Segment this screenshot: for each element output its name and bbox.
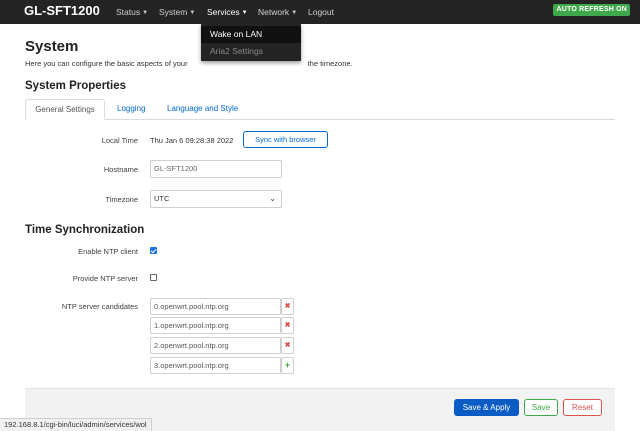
local-time-value: Thu Jan 6 09:28:38 2022 (150, 136, 234, 145)
caret-down-icon: ▼ (189, 10, 196, 16)
page-title: System (25, 38, 79, 55)
timezone-value: UTC (154, 194, 170, 203)
remove-x-icon[interactable]: ✖ (281, 317, 294, 334)
top-navbar: GL-SFT1200 Status ▼ System ▼ Services ▼ Net… (0, 0, 640, 24)
hostname-label: Hostname (103, 165, 138, 174)
sync-with-browser-button[interactable]: Sync with browser (243, 131, 328, 148)
reset-button[interactable]: Reset (563, 399, 602, 416)
ntp-server-input[interactable]: 1.openwrt.pool.ntp.org (150, 317, 281, 334)
tab-general-settings[interactable]: General Settings (25, 99, 105, 120)
dropdown-item-aria2-settings[interactable]: Aria2 Settings (201, 43, 301, 60)
remove-x-icon[interactable]: ✖ (281, 298, 294, 315)
menu-system[interactable]: System ▼ (159, 7, 195, 17)
hostname-input[interactable]: GL-SFT1200 (150, 160, 282, 178)
enable-ntp-checkbox[interactable] (150, 247, 157, 254)
system-properties-title: System Properties (25, 80, 126, 92)
tab-logging[interactable]: Logging (117, 99, 145, 120)
provide-ntp-checkbox[interactable] (150, 274, 157, 281)
local-time-label: Local Time (101, 136, 138, 145)
brand-title[interactable]: GL-SFT1200 (24, 3, 100, 18)
ntp-server-input-new[interactable]: 3.openwrt.pool.ntp.org (150, 357, 281, 374)
caret-down-icon: ▼ (142, 10, 149, 16)
time-sync-title: Time Synchronization (25, 224, 145, 236)
menu-services[interactable]: Services ▼ (207, 7, 248, 17)
caret-down-icon: ▼ (241, 10, 248, 16)
page-description: Here you can configure the basic aspects… (25, 59, 353, 68)
save-button[interactable]: Save (524, 399, 558, 416)
ntp-candidates-label: NTP server candidates (61, 302, 138, 311)
remove-x-icon[interactable]: ✖ (281, 337, 294, 354)
save-and-apply-button[interactable]: Save & Apply (454, 399, 519, 416)
menu-logout[interactable]: Logout (308, 7, 334, 17)
dropdown-item-wake-on-lan[interactable]: Wake on LAN (201, 26, 301, 43)
chevron-down-icon: ⌄ (269, 194, 276, 203)
enable-ntp-label: Enable NTP client (78, 247, 138, 256)
provide-ntp-label: Provide NTP server (72, 274, 138, 283)
menu-network[interactable]: Network ▼ (258, 7, 297, 17)
timezone-label: Timezone (105, 195, 138, 204)
ntp-server-input[interactable]: 0.openwrt.pool.ntp.org (150, 298, 281, 315)
ntp-server-input[interactable]: 2.openwrt.pool.ntp.org (150, 337, 281, 354)
menu-status-label: Status (116, 7, 141, 17)
menu-network-label: Network (258, 7, 290, 17)
caret-down-icon: ▼ (291, 10, 298, 16)
tabs-divider (25, 119, 615, 120)
menu-system-label: System (159, 7, 188, 17)
services-dropdown: Wake on LAN Aria2 Settings (201, 24, 301, 61)
plus-icon[interactable]: + (281, 357, 294, 374)
page-description-left: Here you can configure the basic aspects… (25, 59, 188, 68)
timezone-select[interactable]: UTC ⌄ (150, 190, 282, 208)
browser-status-url: 192.168.8.1/cgi-bin/luci/admin/services/… (0, 418, 152, 431)
tab-language-and-style[interactable]: Language and Style (167, 99, 238, 120)
auto-refresh-badge[interactable]: AUTO REFRESH ON (553, 4, 630, 16)
menu-status[interactable]: Status ▼ (116, 7, 148, 17)
page-description-right: the timezone. (307, 59, 353, 68)
menu-services-label: Services (207, 7, 240, 17)
